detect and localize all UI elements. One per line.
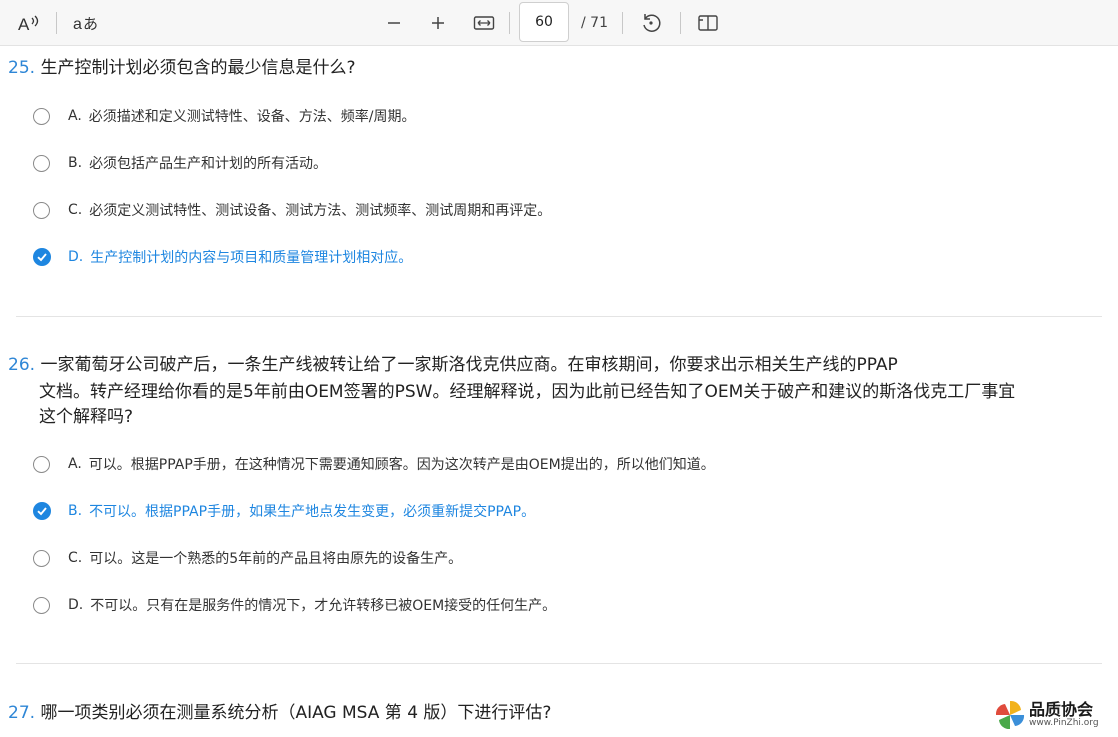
option-text: 必须描述和定义测试特性、设备、方法、频率/周期。 — [88, 109, 416, 125]
option-text: 不可以。根据PPAP手册，如果生产地点发生变更，必须重新提交PPAP。 — [89, 504, 536, 520]
question-27-title: 27. 哪一项类别必须在测量系统分析（AIAG MSA 第 4 版）下进行评估? — [8, 701, 551, 725]
option-letter: D. — [68, 597, 84, 613]
option-text: 可以。这是一个熟悉的5年前的产品且将由原先的设备生产。 — [89, 551, 463, 567]
question-25-option-b[interactable]: B. 必须包括产品生产和计划的所有活动。 — [33, 152, 327, 174]
option-text: 不可以。只有在是服务件的情况下，才允许转移已被OEM接受的任何生产。 — [90, 598, 557, 614]
question-text: 哪一项类别必须在测量系统分析（AIAG MSA 第 4 版）下进行评估? — [40, 703, 552, 723]
option-text: 必须包括产品生产和计划的所有活动。 — [89, 156, 328, 172]
question-text-line: 文档。转产经理给你看的是5年前由OEM签署的PSW。经理解释说，因为此前已经告知… — [39, 382, 1016, 402]
question-text: 一家葡萄牙公司破产后，一条生产线被转让给了一家斯洛伐克供应商。在审核期间，你要求… — [40, 355, 898, 375]
svg-text:A: A — [18, 15, 30, 33]
question-number: 27. — [8, 703, 36, 723]
page-total-label: / 71 — [581, 15, 608, 31]
radio-button[interactable] — [33, 154, 50, 172]
question-25-option-a[interactable]: A. 必须描述和定义测试特性、设备、方法、频率/周期。 — [33, 105, 416, 127]
option-letter: A. — [68, 456, 82, 472]
watermark-url: www.PinZhi.org — [1029, 718, 1099, 728]
svg-text:あ: あ — [83, 15, 98, 33]
two-page-view-icon[interactable] — [694, 0, 722, 46]
check-circle-icon[interactable] — [33, 502, 51, 520]
question-26-title: 26. 一家葡萄牙公司破产后，一条生产线被转让给了一家斯洛伐克供应商。在审核期间… — [8, 353, 898, 377]
page-number-input[interactable] — [519, 2, 569, 42]
option-letter: B. — [68, 155, 83, 171]
radio-button[interactable] — [33, 201, 50, 219]
option-text: 生产控制计划的内容与项目和质量管理计划相对应。 — [90, 250, 413, 266]
radio-button[interactable] — [33, 549, 50, 567]
option-letter: B. — [68, 503, 83, 519]
zoom-in-icon[interactable] — [425, 0, 451, 46]
option-text: 必须定义测试特性、测试设备、测试方法、测试频率、测试周期和再评定。 — [89, 203, 552, 219]
read-aloud-icon[interactable]: A — [14, 0, 44, 46]
watermark-title: 品质协会 — [1029, 700, 1094, 719]
question-25-title: 25. 生产控制计划必须包含的最少信息是什么? — [8, 56, 355, 80]
radio-button[interactable] — [33, 455, 50, 473]
question-number: 26. — [8, 355, 36, 375]
option-text: 可以。根据PPAP手册，在这种情况下需要通知顾客。因为这次转产是由OEM提出的，… — [88, 457, 715, 473]
toolbar-separator — [622, 12, 623, 34]
question-26-option-d[interactable]: D. 不可以。只有在是服务件的情况下，才允许转移已被OEM接受的任何生产。 — [33, 594, 556, 616]
fit-width-icon[interactable] — [470, 0, 498, 46]
option-letter: C. — [68, 550, 83, 566]
toolbar-separator — [509, 12, 510, 34]
watermark-logo: 品质协会 www.PinZhi.org — [993, 696, 1115, 734]
question-26-option-a[interactable]: A. 可以。根据PPAP手册，在这种情况下需要通知顾客。因为这次转产是由OEM提… — [33, 453, 715, 475]
question-divider — [16, 663, 1102, 664]
question-25-option-d[interactable]: D. 生产控制计划的内容与项目和质量管理计划相对应。 — [33, 246, 412, 268]
pinwheel-logo-icon — [995, 700, 1025, 730]
check-circle-icon[interactable] — [33, 248, 51, 266]
option-letter: A. — [68, 108, 82, 124]
translate-icon[interactable]: aあ — [70, 0, 100, 46]
question-number: 25. — [8, 58, 36, 78]
radio-button[interactable] — [33, 596, 50, 614]
question-text: 生产控制计划必须包含的最少信息是什么? — [40, 58, 356, 78]
rotate-icon[interactable] — [637, 0, 665, 46]
radio-button[interactable] — [33, 107, 50, 125]
toolbar-separator — [56, 12, 57, 34]
question-25-option-c[interactable]: C. 必须定义测试特性、测试设备、测试方法、测试频率、测试周期和再评定。 — [33, 199, 551, 221]
question-divider — [16, 316, 1102, 317]
option-letter: C. — [68, 202, 83, 218]
zoom-out-icon[interactable] — [381, 0, 407, 46]
question-26-option-c[interactable]: C. 可以。这是一个熟悉的5年前的产品且将由原先的设备生产。 — [33, 547, 462, 569]
svg-text:a: a — [73, 16, 82, 33]
pdf-toolbar: A aあ / 71 — [0, 0, 1118, 46]
option-letter: D. — [68, 249, 84, 265]
toolbar-separator — [680, 12, 681, 34]
question-text-line: 这个解释吗? — [39, 407, 134, 427]
question-26-option-b[interactable]: B. 不可以。根据PPAP手册，如果生产地点发生变更，必须重新提交PPAP。 — [33, 500, 535, 522]
